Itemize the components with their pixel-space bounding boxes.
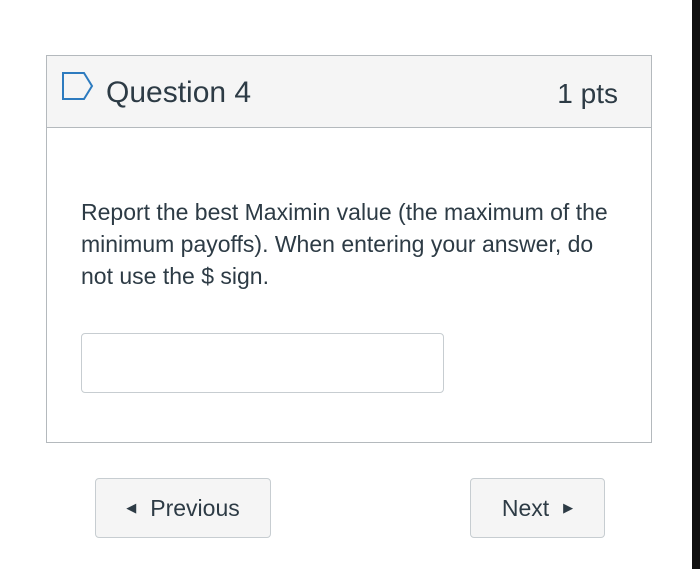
caret-left-icon: ◀	[126, 500, 137, 515]
next-button-label: Next	[501, 494, 550, 521]
previous-button-label: Previous	[150, 494, 240, 521]
next-button[interactable]: Next ▶	[470, 478, 605, 538]
window-edge	[692, 0, 700, 569]
question-title: Question 4	[106, 76, 252, 109]
flag-outline-icon[interactable]	[61, 71, 95, 101]
question-card: Question 4 1 pts Report the best Maximin…	[46, 55, 652, 443]
question-header: Question 4 1 pts	[47, 56, 651, 128]
question-points: 1 pts	[557, 78, 618, 109]
answer-input[interactable]	[81, 333, 444, 393]
previous-button[interactable]: ◀ Previous	[95, 478, 271, 538]
quiz-page: Question 4 1 pts Report the best Maximin…	[0, 0, 700, 569]
question-text: Report the best Maximin value (the maxim…	[81, 199, 608, 289]
caret-right-icon: ▶	[563, 500, 574, 515]
